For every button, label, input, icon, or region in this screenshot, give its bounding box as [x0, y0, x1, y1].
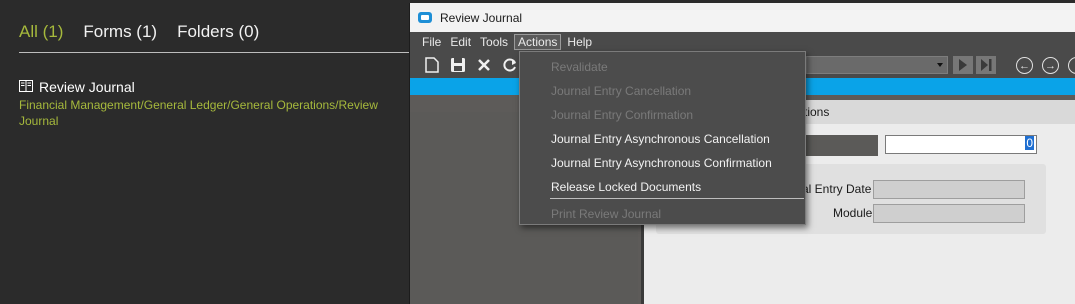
search-result-path: Financial Management/General Ledger/Gene… — [19, 98, 378, 128]
new-document-icon[interactable] — [423, 56, 441, 74]
filter-tab-folders[interactable]: Folders (0) — [177, 22, 259, 42]
window-title: Review Journal — [440, 10, 523, 25]
record-selector[interactable] — [806, 56, 948, 74]
filter-tab-all[interactable]: All (1) — [19, 22, 63, 42]
menu-bar: File Edit Tools Actions Help — [410, 32, 1075, 52]
menu-tools[interactable]: Tools — [477, 34, 511, 50]
forward-arrow-icon[interactable]: → — [1042, 57, 1059, 74]
book-icon — [19, 79, 33, 95]
menu-file[interactable]: File — [419, 34, 444, 50]
home-icon[interactable] — [1068, 57, 1075, 74]
save-icon[interactable] — [449, 56, 467, 74]
menu-edit[interactable]: Edit — [447, 34, 474, 50]
search-result-title-row[interactable]: Review Journal — [19, 79, 379, 95]
menu-separator — [550, 198, 804, 199]
filter-tabs: All (1) Forms (1) Folders (0) — [19, 22, 259, 42]
module-label: Module — [833, 206, 873, 220]
menu-item-je-async-cancellation[interactable]: Journal Entry Asynchronous Cancellation — [551, 132, 770, 146]
window-titlebar[interactable]: Review Journal — [410, 3, 1075, 32]
search-result-title: Review Journal — [39, 79, 135, 95]
app-window-icon — [418, 12, 432, 23]
chevron-down-icon — [937, 63, 943, 67]
filter-divider — [19, 52, 409, 53]
back-arrow-icon[interactable]: ← — [1016, 57, 1033, 74]
delete-icon[interactable] — [475, 56, 493, 74]
menu-help[interactable]: Help — [564, 34, 595, 50]
last-record-icon[interactable] — [976, 56, 996, 74]
refresh-icon[interactable] — [501, 56, 519, 74]
menu-item-je-confirmation: Journal Entry Confirmation — [551, 108, 694, 122]
menu-item-release-locked-documents[interactable]: Release Locked Documents — [551, 180, 701, 194]
menu-item-je-cancellation: Journal Entry Cancellation — [551, 84, 692, 98]
menu-item-je-async-confirmation[interactable]: Journal Entry Asynchronous Confirmation — [551, 156, 772, 170]
entry-date-field[interactable] — [873, 180, 1025, 199]
filter-tab-forms[interactable]: Forms (1) — [83, 22, 157, 42]
menu-item-print-review-journal: Print Review Journal — [551, 207, 662, 221]
module-field[interactable] — [873, 204, 1025, 223]
menu-item-revalidate: Revalidate — [551, 60, 608, 74]
numeric-field[interactable]: 0 — [885, 135, 1037, 154]
next-record-icon[interactable] — [953, 56, 973, 74]
numeric-field-value: 0 — [1025, 136, 1034, 150]
search-result-item[interactable]: Review Journal Financial Management/Gene… — [19, 79, 379, 129]
menu-actions[interactable]: Actions — [514, 34, 562, 50]
actions-dropdown-menu: Revalidate Journal Entry Cancellation Jo… — [519, 51, 806, 225]
